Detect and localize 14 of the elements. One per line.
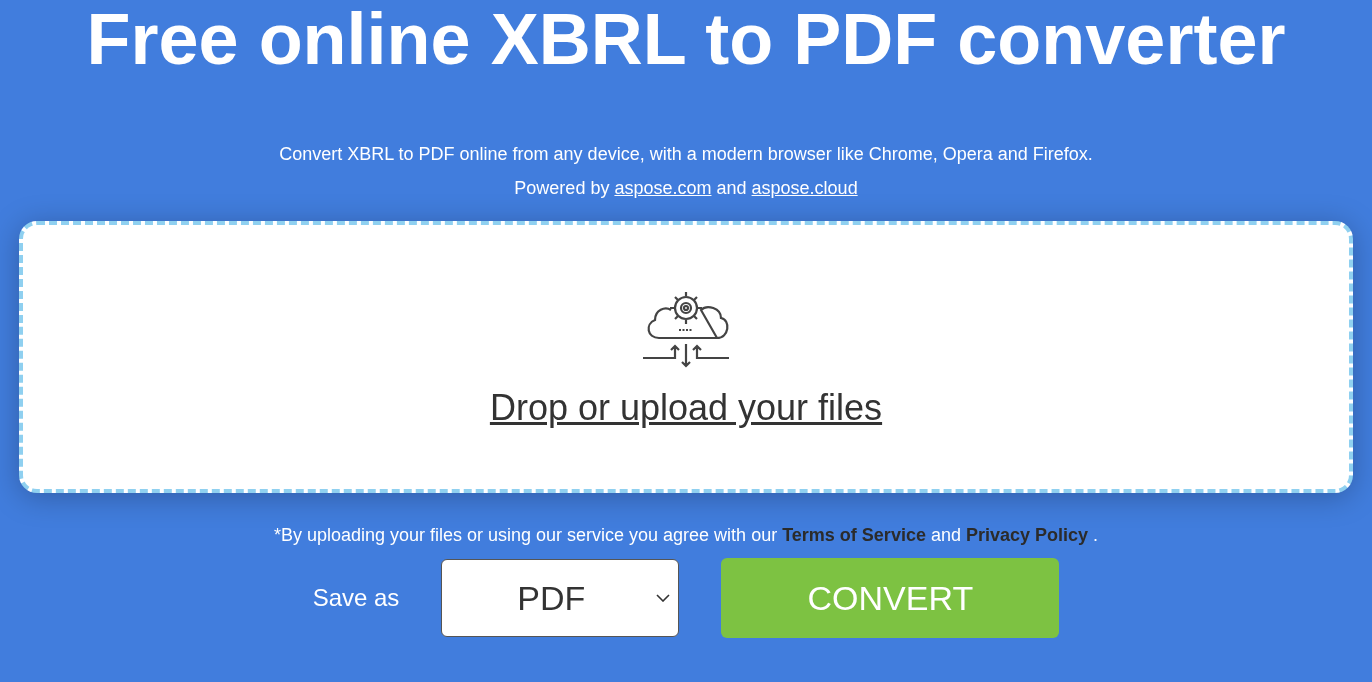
- subtitle: Convert XBRL to PDF online from any device, with a modern browser like Chrome, Opera and Firefox.: [279, 143, 1093, 166]
- convert-button[interactable]: CONVERT: [721, 558, 1060, 638]
- save-as-label: Save as: [312, 583, 400, 613]
- link[interactable]: aspose.com: [614, 178, 712, 198]
- upload-dropzone[interactable]: Drop or upload your files: [19, 221, 1353, 493]
- chevron-down-icon: [656, 594, 671, 602]
- page-title: Free online XBRL to PDF converter: [86, 0, 1286, 81]
- terms-text: *By uploading your files or using our service you agree with our Terms of Service and Privacy Policy .: [273, 524, 1099, 547]
- link[interactable]: aspose.cloud: [751, 178, 858, 198]
- upload-link[interactable]: Drop or upload your files: [489, 386, 883, 430]
- terms-link[interactable]: Terms of Service: [782, 525, 926, 545]
- privacy-link[interactable]: Privacy Policy: [966, 525, 1089, 545]
- powered-by-text: Powered by aspose.com and aspose.cloud: [514, 177, 858, 200]
- format-select[interactable]: PDF: [441, 559, 680, 637]
